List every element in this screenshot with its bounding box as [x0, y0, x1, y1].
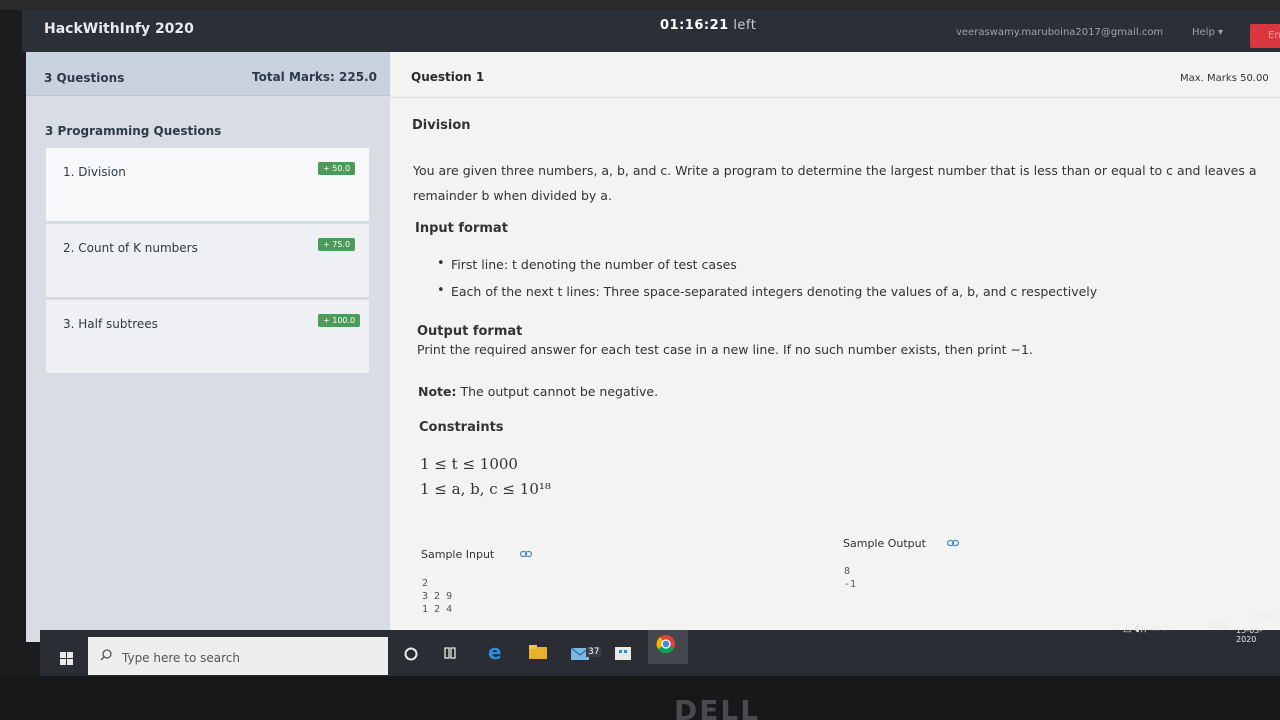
constraint-t: 1 ≤ t ≤ 1000	[420, 455, 518, 473]
question-sidebar: 3 Questions Total Marks: 225.0 3 Program…	[26, 52, 390, 642]
end-test-button[interactable]: En	[1250, 24, 1280, 48]
sample-input-value: 2 3 2 9 1 2 4	[422, 578, 453, 615]
max-marks: Max. Marks 50.00	[1180, 73, 1269, 84]
top-bar: HackWithInfy 2020 01:16:21 left veeraswa…	[22, 10, 1280, 52]
taskbar-search-box[interactable]: Type here to search	[88, 637, 388, 675]
clock-date[interactable]: 15-03-2020	[1236, 626, 1280, 644]
search-placeholder: Type here to search	[122, 651, 240, 665]
note-text: Note: The output cannot be negative.	[418, 384, 658, 399]
output-format-heading: Output format	[417, 324, 523, 339]
task-view-icon[interactable]	[441, 637, 471, 667]
cortana-icon[interactable]	[402, 637, 432, 667]
question-panel: Question 1 Max. Marks 50.00 Division You…	[390, 52, 1280, 637]
statement-text: You are given three numbers, a, b, and c…	[413, 158, 1271, 208]
link-icon[interactable]	[947, 539, 959, 547]
screen-bezel-top	[0, 0, 1280, 10]
file-explorer-icon[interactable]	[524, 637, 554, 667]
edge-browser-icon[interactable]: e	[484, 637, 514, 667]
sidebar-header: 3 Questions Total Marks: 225.0	[26, 52, 390, 96]
sample-input-label: Sample Input	[421, 548, 495, 561]
total-marks: Total Marks: 225.0	[252, 70, 377, 84]
marks-badge: + 100.0	[318, 314, 361, 327]
link-icon[interactable]	[520, 550, 532, 558]
input-format-heading: Input format	[415, 221, 508, 236]
input-bullet: First line: t denoting the number of tes…	[437, 256, 737, 272]
constraints-heading: Constraints	[419, 420, 504, 435]
question-header: Question 1 Max. Marks 50.00	[390, 52, 1280, 98]
sample-output-label: Sample Output	[843, 537, 926, 550]
screen-bezel-bottom	[0, 676, 1280, 720]
countdown-timer: 01:16:21 left	[660, 18, 756, 33]
question-item-label: 1. Division	[63, 165, 126, 179]
search-icon	[100, 649, 112, 661]
timer-value: 01:16:21	[660, 18, 729, 33]
timer-suffix: left	[733, 18, 757, 33]
sidebar-item-division[interactable]: 1. Division + 50.0	[46, 148, 369, 222]
chrome-taskbar-item[interactable]	[648, 630, 688, 664]
dell-logo: DELL	[674, 694, 761, 720]
question-count: 3 Questions	[44, 71, 125, 85]
windows-start-icon[interactable]	[60, 652, 74, 666]
statement-line-1: You are given three numbers, a, b, and c…	[413, 163, 1257, 178]
output-format-text: Print the required answer for each test …	[417, 342, 1033, 357]
brand-title: HackWithInfy 2020	[44, 21, 194, 37]
system-tray-icons[interactable]: ⌃ ◬ ◖)) ▭ ⚡	[1112, 623, 1170, 634]
chrome-icon	[656, 635, 675, 654]
sidebar-item-count-k[interactable]: 2. Count of K numbers + 75.0	[46, 224, 369, 298]
note-label: Note:	[418, 384, 457, 399]
question-number: Question 1	[411, 70, 485, 84]
section-label: 3 Programming Questions	[45, 124, 222, 138]
store-icon[interactable]	[609, 637, 639, 667]
help-menu[interactable]: Help ▾	[1192, 27, 1223, 38]
problem-title: Division	[412, 118, 471, 133]
sample-output-value: 8 -1	[844, 566, 857, 590]
svg-text:e: e	[488, 640, 502, 664]
sidebar-item-half-subtrees[interactable]: 3. Half subtrees + 100.0	[46, 300, 369, 374]
input-bullet: Each of the next t lines: Three space-se…	[437, 283, 1097, 299]
user-email: veeraswamy.maruboina2017@gmail.com	[956, 27, 1164, 38]
mail-icon[interactable]: 37	[566, 637, 602, 667]
mail-badge: 37	[586, 647, 602, 657]
input-language[interactable]: ENG	[1208, 621, 1227, 631]
note-body: The output cannot be negative.	[456, 384, 659, 399]
marks-badge: + 50.0	[318, 162, 356, 175]
question-item-label: 2. Count of K numbers	[63, 241, 198, 255]
clock-time[interactable]: 17:35	[1248, 612, 1274, 622]
marks-badge: + 75.0	[318, 238, 356, 251]
statement-line-2: remainder b when divided by a.	[413, 188, 612, 203]
question-item-label: 3. Half subtrees	[63, 317, 158, 331]
constraint-abc: 1 ≤ a, b, c ≤ 10¹⁸	[420, 480, 551, 498]
